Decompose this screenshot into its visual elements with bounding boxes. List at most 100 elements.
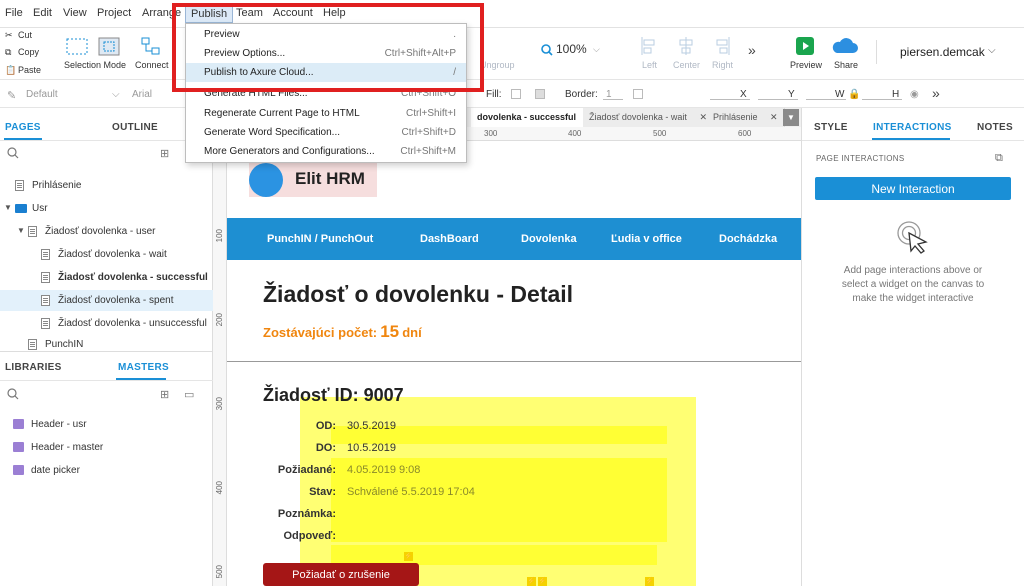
align-right-icon[interactable]	[713, 36, 731, 56]
align-center-icon[interactable]	[677, 36, 695, 56]
pages-search-icon[interactable]	[7, 147, 19, 159]
masters-search-icon[interactable]	[7, 388, 19, 400]
master-item-header-usr[interactable]: Header - usr	[31, 419, 87, 430]
toolbar-divider	[876, 40, 877, 64]
border-color-swatch[interactable]	[633, 89, 643, 99]
interaction-settings-icon[interactable]: ⧉	[995, 152, 1003, 165]
ruler-label: 400	[215, 481, 224, 495]
lock-ratio-icon[interactable]: 🔒	[848, 89, 860, 100]
border-width-underline	[603, 99, 623, 100]
menu-item-shortcut: Ctrl+Shift+I	[405, 108, 456, 119]
pages-divider	[0, 140, 213, 141]
tab-interactions[interactable]: INTERACTIONS	[873, 122, 952, 133]
master-item-date-picker[interactable]: date picker	[31, 465, 80, 476]
selection-mode-icon[interactable]	[66, 37, 122, 57]
page-item-dovolenka-unsuccessful[interactable]: Žiadosť dovolenka - unsuccessful	[58, 318, 207, 329]
add-page-icon[interactable]: ⊞	[160, 147, 169, 160]
connect-label: Connect	[135, 60, 169, 70]
style-chevron-icon[interactable]: ⌵	[112, 89, 120, 100]
tab-notes[interactable]: NOTES	[977, 122, 1013, 133]
page-item-dovolenka-user[interactable]: Žiadosť dovolenka - user	[45, 226, 155, 237]
interaction-flag-icon: ⚡	[538, 577, 547, 586]
ruler-label: 300	[484, 129, 498, 138]
menu-view[interactable]: View	[63, 7, 87, 19]
page-item-punchin[interactable]: PunchIN	[45, 339, 83, 350]
nav-item-dashboard[interactable]: DashBoard	[420, 233, 479, 245]
page-icon	[41, 272, 50, 283]
cancel-request-button[interactable]: Požiadať o zrušenie	[263, 563, 419, 586]
master-icon	[13, 465, 24, 475]
menu-project[interactable]: Project	[97, 7, 131, 19]
preview-play-icon[interactable]	[796, 37, 814, 55]
canvas-area: dovolenka - successful ✕ Žiadosť dovolen…	[213, 108, 801, 586]
connect-icon[interactable]	[140, 36, 162, 56]
new-interaction-button[interactable]: New Interaction	[815, 177, 1011, 200]
page-item-dovolenka-successful[interactable]: Žiadosť dovolenka - successful	[58, 272, 208, 283]
page-item-dovolenka-wait[interactable]: Žiadosť dovolenka - wait	[58, 249, 167, 260]
add-master-icon[interactable]: ⊞	[160, 388, 169, 401]
page-icon	[28, 226, 37, 237]
menu-bar: File Edit View Project Arrange Publish T…	[0, 0, 1024, 28]
close-icon[interactable]: ✕	[770, 112, 778, 122]
tabs-overflow-icon[interactable]: ▼	[783, 109, 799, 126]
page-item-dovolenka-spent[interactable]: Žiadosť dovolenka - spent	[58, 295, 173, 306]
nav-item-punchin[interactable]: PunchIN / PunchOut	[267, 233, 373, 245]
field-label-stav: Stav:	[309, 486, 336, 498]
stylebar-more-icon[interactable]: »	[932, 85, 940, 101]
page-item-prihlasenie[interactable]: Prihlásenie	[32, 180, 81, 191]
page-expand-icon[interactable]: ▼	[17, 226, 25, 235]
fill-image-swatch[interactable]	[535, 89, 545, 99]
folder-expand-icon[interactable]: ▼	[4, 203, 12, 212]
menu-edit[interactable]: Edit	[33, 7, 52, 19]
cut-icon: ✂	[5, 30, 13, 40]
tab-masters[interactable]: MASTERS	[118, 362, 169, 373]
page-icon	[15, 180, 24, 191]
ruler-label: 500	[653, 129, 667, 138]
menu-item-label: Regenerate Current Page to HTML	[204, 108, 360, 119]
tab-outline[interactable]: OUTLINE	[112, 122, 158, 133]
paste-button[interactable]: Paste	[18, 65, 41, 75]
tab-pages[interactable]: PAGES	[5, 122, 41, 133]
design-page[interactable]: Elit HRM PunchIN / PunchOut DashBoard Do…	[227, 141, 801, 586]
tab-style[interactable]: STYLE	[814, 122, 848, 133]
chevron-down-icon[interactable]: ⌵	[593, 44, 600, 55]
user-account-name[interactable]: piersen.demcak	[900, 45, 985, 59]
tab-prihlasenie[interactable]: Prihlásenie ✕	[707, 108, 785, 127]
cancel-request-label: Požiadať o zrušenie	[292, 569, 390, 581]
x-label: X	[740, 89, 747, 100]
tab-dovolenka-wait[interactable]: Žiadosť dovolenka - wait ✕	[583, 108, 714, 127]
style-bar: ✎ Default ⌵ Arial Fill: Border: 1 X Y W …	[0, 80, 1024, 108]
font-dropdown[interactable]: Arial	[132, 89, 152, 100]
remaining-value: 15	[380, 322, 400, 341]
master-item-header-master[interactable]: Header - master	[31, 442, 103, 453]
cloud-share-icon[interactable]	[831, 37, 859, 55]
user-chevron-icon[interactable]: ⌵	[988, 45, 996, 56]
hide-eye-icon[interactable]: ◉	[910, 89, 919, 100]
y-label: Y	[788, 89, 795, 100]
align-left-label: Left	[642, 60, 658, 70]
interactions-hint: Add page interactions above or select a …	[841, 265, 985, 304]
align-left-icon[interactable]	[640, 36, 658, 56]
style-dropdown[interactable]: Default	[26, 89, 58, 100]
menu-item-generate-word[interactable]: Generate Word Specification... Ctrl+Shif…	[186, 123, 466, 142]
zoom-level[interactable]: 100%	[556, 42, 587, 56]
fill-color-swatch[interactable]	[511, 89, 521, 99]
copy-button[interactable]: Copy	[18, 47, 39, 57]
logo-text: Elit HRM	[295, 169, 365, 188]
add-master-folder-icon[interactable]: ▭	[184, 388, 194, 401]
nav-item-ludia[interactable]: Ľudia v office	[611, 233, 682, 245]
nav-item-dochadzka[interactable]: Dochádzka	[719, 233, 777, 245]
preview-label: Preview	[790, 60, 823, 70]
menu-file[interactable]: File	[5, 7, 23, 19]
ruler-label: 600	[738, 129, 752, 138]
cut-button[interactable]: Cut	[18, 30, 32, 40]
interaction-flag-icon: ⚡	[527, 577, 536, 586]
folder-item-usr[interactable]: Usr	[32, 203, 48, 214]
tab-libraries[interactable]: LIBRARIES	[5, 362, 62, 373]
nav-item-dovolenka[interactable]: Dovolenka	[521, 233, 577, 245]
menu-item-more-generators[interactable]: More Generators and Configurations... Ct…	[186, 142, 466, 161]
more-chevron-icon[interactable]: »	[748, 42, 756, 58]
close-icon[interactable]: ✕	[699, 112, 707, 122]
page-icon	[28, 339, 37, 350]
menu-item-regenerate-page[interactable]: Regenerate Current Page to HTML Ctrl+Shi…	[186, 104, 466, 123]
